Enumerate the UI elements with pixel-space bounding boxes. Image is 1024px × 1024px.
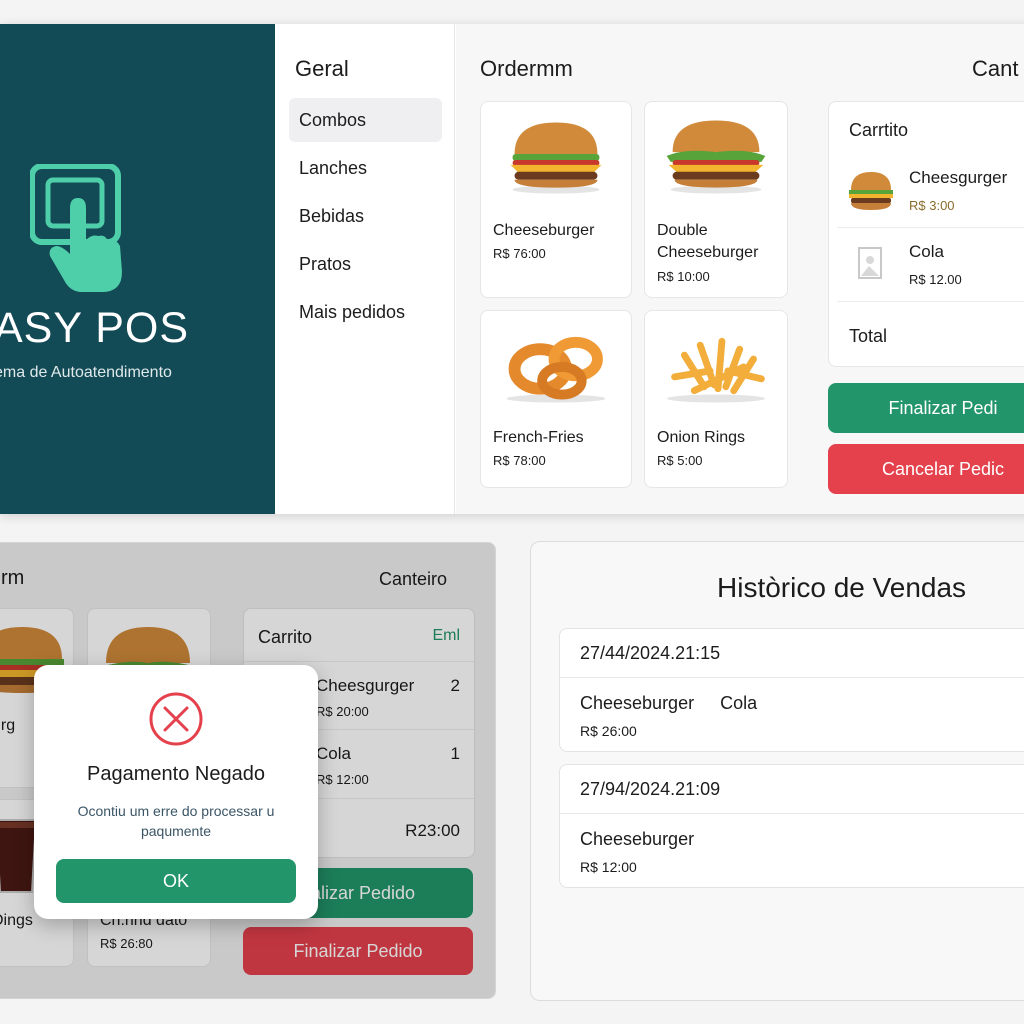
brand-tagline: ema de Autoatendimento bbox=[0, 364, 172, 381]
cart-item-price: R$ 12.00 bbox=[909, 272, 962, 287]
category-title: Geral bbox=[295, 56, 349, 81]
category-item-lanches[interactable]: Lanches bbox=[289, 146, 442, 190]
history-item: Cola bbox=[720, 693, 758, 713]
image-placeholder-icon bbox=[858, 247, 882, 279]
cart-total-label: Total bbox=[849, 326, 888, 346]
history-item: Cheeseburger bbox=[580, 829, 695, 849]
product-price: R$ 76:00 bbox=[493, 246, 546, 261]
cart-title: Carrtito bbox=[849, 120, 909, 140]
product-name: Onion Rings bbox=[657, 429, 746, 446]
order-title: Ordermm bbox=[480, 56, 573, 81]
category-item-mais-pedidos[interactable]: Mais pedidos bbox=[289, 290, 442, 334]
brand-name: ASY POS bbox=[0, 304, 190, 352]
brand-panel: ASY POS ema de Autoatendimento bbox=[0, 24, 275, 514]
payment-denied-modal: Pagamento Negado Ocontiu um erre do proc… bbox=[34, 665, 318, 919]
history-entry[interactable]: 27/44/2024.21:15 Cheeseburger Cola R$ 26:… bbox=[559, 628, 1024, 752]
history-entry-date: 27/44/2024.21:15 bbox=[580, 643, 721, 663]
cart-item-name: Cola bbox=[909, 242, 944, 261]
history-entry-items: Cheeseburger Cola bbox=[580, 693, 783, 714]
product-card-cheeseburger[interactable]: Cheeseburger R$ 76:00 bbox=[480, 101, 632, 298]
modal-message: Ocontiu um erre do processar u paqumente bbox=[77, 803, 275, 839]
finalize-order-button[interactable]: Finalizar Pedi bbox=[828, 383, 1024, 433]
kiosk-main-screen: ASY POS ema de Autoatendimento Geral Com… bbox=[0, 24, 1024, 514]
burger-thumbnail bbox=[849, 172, 893, 210]
cart-item-name: Cheesgurger bbox=[909, 168, 1008, 187]
product-name: French-Fries bbox=[493, 429, 584, 446]
cancel-order-button[interactable]: Cancelar Pedic bbox=[828, 444, 1024, 494]
history-item: Cheeseburger bbox=[580, 693, 695, 713]
french-fries-image bbox=[666, 337, 766, 403]
product-price: R$ 5:00 bbox=[657, 453, 703, 468]
burger-image bbox=[666, 120, 766, 194]
category-item-bebidas[interactable]: Bebidas bbox=[289, 194, 442, 238]
modal-title: Pagamento Negado bbox=[87, 763, 265, 785]
divider bbox=[560, 813, 1024, 814]
product-name: Double Cheeseburger bbox=[657, 222, 759, 261]
cart-item[interactable]: Cola R$ 12.00 bbox=[837, 230, 1024, 302]
product-price: R$ 10:00 bbox=[657, 269, 710, 284]
product-card-french-fries[interactable]: French-Fries R$ 78:00 bbox=[480, 310, 632, 488]
product-price: R$ 78:00 bbox=[493, 453, 546, 468]
touch-icon bbox=[29, 163, 130, 299]
cart-panel: Carrtito Cheesgurger R$ 3:00 Cola R$ 12.… bbox=[828, 101, 1024, 367]
history-entry[interactable]: 27/94/2024.21:09 Cheeseburger R$ 12:00 bbox=[559, 764, 1024, 888]
product-name: Cheeseburger bbox=[493, 222, 595, 239]
ok-button[interactable]: OK bbox=[56, 859, 296, 903]
history-entry-date: 27/94/2024.21:09 bbox=[580, 779, 721, 799]
category-item-combos[interactable]: Combos bbox=[289, 98, 442, 142]
product-card-double-cheeseburger[interactable]: Double Cheeseburger R$ 10:00 bbox=[644, 101, 788, 298]
sales-history-screen: Històrico de Vendas 27/44/2024.21:15 Che… bbox=[530, 541, 1024, 1001]
cart-item-price: R$ 3:00 bbox=[909, 198, 955, 213]
cart-heading: Cant bbox=[972, 56, 1019, 81]
history-entry-items: Cheeseburger bbox=[580, 829, 720, 850]
category-item-pratos[interactable]: Pratos bbox=[289, 242, 442, 286]
category-sidebar: Geral Combos Lanches Bebidas Pratos Mais… bbox=[275, 24, 455, 514]
history-title: Històrico de Vendas bbox=[717, 572, 967, 603]
history-entry-total: R$ 12:00 bbox=[580, 859, 637, 875]
product-card-onion-rings[interactable]: Onion Rings R$ 5:00 bbox=[644, 310, 788, 488]
history-entry-total: R$ 26:00 bbox=[580, 723, 637, 739]
divider bbox=[560, 677, 1024, 678]
order-area: Ordermm Cant Cheeseburger R$ 76:00 Doubl… bbox=[456, 24, 1024, 514]
cart-item[interactable]: Cheesgurger R$ 3:00 bbox=[837, 156, 1024, 228]
onion-rings-image bbox=[506, 336, 606, 403]
burger-image bbox=[510, 122, 602, 194]
error-icon bbox=[149, 692, 203, 746]
